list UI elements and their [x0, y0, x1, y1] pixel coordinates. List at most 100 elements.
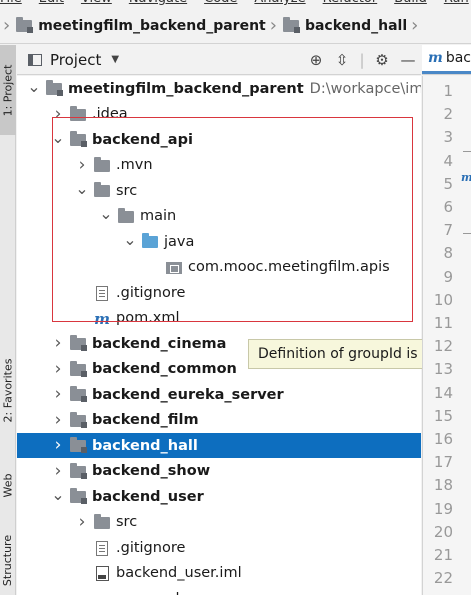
editor-tab[interactable]: m backend [422, 45, 471, 74]
menu-bar: File Edit View Navigate Code Analyze Refactor B… [0, 0, 471, 8]
tree-row[interactable]: › .idea [17, 102, 421, 127]
breadcrumb-current[interactable]: backend_hall › [282, 8, 424, 43]
menu-item[interactable]: Code [204, 0, 237, 6]
line-number: 5 [443, 174, 453, 193]
folder-icon [93, 513, 111, 532]
chevron-down-icon[interactable]: ⌄ [51, 128, 65, 147]
tree-row[interactable]: backend_user.iml [17, 561, 421, 586]
line-number: 8 [443, 244, 453, 263]
tree-item-text: backend_user [92, 488, 204, 505]
line-number: 1 [443, 82, 453, 100]
tree-row[interactable]: › backend_show [17, 459, 421, 484]
chevron-down-icon[interactable]: ⌄ [99, 204, 113, 223]
menu-item[interactable]: Edit [39, 0, 64, 6]
tree-row[interactable]: › src [17, 510, 421, 535]
line-number: 17 [433, 453, 453, 472]
folder-icon [117, 207, 135, 226]
tree-item-text: .gitignore [116, 539, 186, 556]
globe-icon[interactable]: ⊕ [303, 47, 329, 73]
module-folder-icon [16, 16, 34, 33]
menu-item[interactable]: Navigate [129, 0, 187, 6]
tab-favorites[interactable]: 2: Favorites [0, 335, 16, 445]
chevron-right-icon[interactable]: › [51, 435, 65, 455]
editor-tab-bar: m backend [422, 45, 471, 75]
chevron-right-icon[interactable]: › [51, 461, 65, 481]
tree-row[interactable]: .gitignore [17, 535, 421, 560]
navigation-bar: › meetingfilm_backend_parent › backend_h… [0, 8, 471, 44]
chevron-right-icon[interactable]: › [75, 155, 89, 175]
module-folder-icon [69, 437, 87, 455]
module-folder-icon [69, 411, 87, 430]
minimize-icon[interactable]: — [395, 47, 421, 73]
tree-item-text: .mvn [116, 157, 153, 173]
menu-item[interactable]: Refactor [323, 0, 378, 6]
chevron-down-icon[interactable]: ▼ [111, 54, 119, 65]
line-number: 9 [443, 267, 453, 286]
tree-row[interactable]: ⌄ meetingfilm_backend_parent D:\workapce\i… [17, 76, 421, 101]
line-number: 7 [443, 221, 453, 240]
tree-row[interactable]: ⌄ java [17, 229, 421, 254]
tab-project[interactable]: 1: Project [0, 45, 16, 135]
breadcrumb-root[interactable]: › meetingfilm_backend_parent [0, 8, 266, 43]
line-number: 12 [433, 337, 453, 356]
source-folder-icon [141, 233, 159, 251]
tree-row[interactable]: ⌄ main [17, 204, 421, 229]
module-folder-icon [69, 462, 87, 481]
tree-item-text: meetingfilm_backend_parent [68, 80, 304, 97]
tree-item-label: main [140, 208, 176, 224]
maven-gutter-icon[interactable]: m [461, 171, 471, 184]
menu-item[interactable]: Run [444, 0, 469, 6]
chevron-down-icon[interactable]: ⌄ [123, 230, 137, 249]
tree-row[interactable]: m pom.xml [17, 306, 421, 331]
module-folder-icon [69, 335, 87, 353]
tree-row[interactable]: › .mvn [17, 153, 421, 178]
fold-marker[interactable] [463, 233, 471, 234]
collapse-icon[interactable]: ⇳ [329, 47, 355, 73]
tree-row[interactable]: ⌄ backend_user [17, 484, 421, 509]
tree-item-label: meetingfilm_backend_parent D:\workapce\im… [68, 81, 421, 97]
tab-web[interactable]: Web [0, 460, 16, 510]
iml-file-icon [93, 565, 111, 583]
tree-item-label: .gitignore [116, 285, 185, 301]
tree-item-text: backend_hall [92, 437, 198, 454]
tree-row[interactable]: ⌄ src [17, 178, 421, 203]
chevron-right-icon[interactable]: › [51, 410, 65, 430]
menu-item[interactable]: Analyze [254, 0, 305, 6]
tab-structure[interactable]: Structure [0, 525, 16, 595]
tree-row[interactable]: › backend_hall [17, 433, 421, 458]
package-icon [165, 259, 183, 277]
menu-item[interactable]: File [0, 0, 22, 6]
chevron-down-icon[interactable]: ⌄ [51, 485, 65, 504]
folder-icon [69, 105, 87, 124]
chevron-down-icon[interactable]: ⌄ [27, 77, 41, 96]
maven-icon: m [94, 309, 110, 328]
tree-row[interactable]: › backend_eureka_server [17, 382, 421, 407]
tab-label: 2: Favorites [1, 358, 15, 422]
gear-icon[interactable]: ⚙ [369, 47, 395, 73]
tree-item-text: java [164, 233, 195, 250]
chevron-right-icon: › [3, 15, 11, 36]
panel-title[interactable]: Project [50, 51, 101, 69]
module-folder-icon [69, 131, 87, 149]
chevron-right-icon[interactable]: › [51, 104, 65, 124]
chevron-right-icon[interactable]: › [75, 512, 89, 532]
menu-item[interactable]: Build [394, 0, 427, 6]
menu-item[interactable]: View [81, 0, 112, 6]
module-folder-icon [282, 16, 300, 33]
tree-item-label: pom.xml [116, 310, 180, 326]
tree-item-label: backend_eureka_server [92, 387, 284, 403]
line-number: 3 [443, 128, 453, 147]
tab-label: Structure [1, 534, 15, 586]
tree-row[interactable]: ⌄ backend_api [17, 127, 421, 152]
tree-row[interactable]: com.mooc.meetingfilm.apis [17, 255, 421, 280]
fold-marker[interactable] [463, 151, 471, 152]
tree-row[interactable]: .gitignore [17, 280, 421, 305]
chevron-right-icon[interactable]: › [51, 384, 65, 404]
chevron-down-icon[interactable]: ⌄ [75, 179, 89, 198]
tree-row[interactable]: › backend_film [17, 408, 421, 433]
tree-row[interactable]: m pom.xml [17, 586, 421, 595]
file-icon [93, 539, 111, 557]
chevron-right-icon[interactable]: › [51, 359, 65, 379]
tree-item-label: src [116, 183, 137, 199]
chevron-right-icon[interactable]: › [51, 333, 65, 353]
